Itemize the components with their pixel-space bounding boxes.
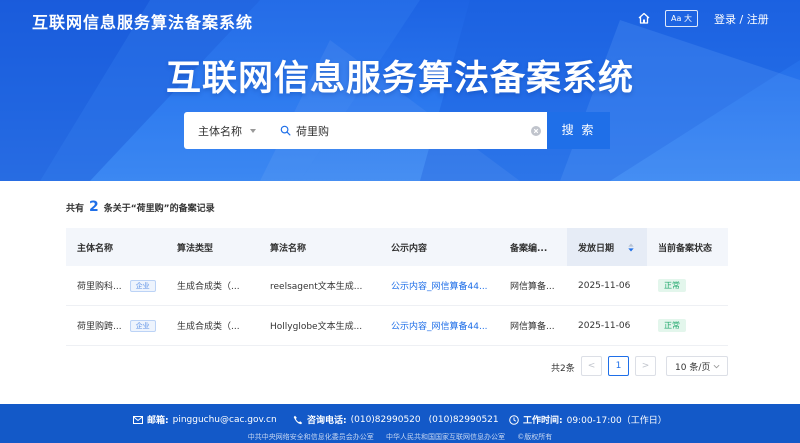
cell-status: 正常 [647,266,728,305]
phone-value-2: (010)82990521 [428,414,499,425]
cell-date: 2025-11-06 [578,280,631,291]
search-input[interactable] [296,124,536,137]
cell-record-no: 网信算备... [510,282,555,292]
publicity-link[interactable]: 公示内容_网信算备44... [380,266,499,305]
site-brand[interactable]: 互联网信息服务算法备案系统 [32,9,253,33]
result-count: 2 [89,199,99,215]
footer-contact-line: 邮箱: pingguchu@cac.gov.cn 咨询电话: (010)8299… [0,413,800,427]
column-header-date-label: 发放日期 [578,243,615,254]
table-header: 主体名称 算法类型 算法名称 公示内容 备案编... 发放日期 当前备案状态 [66,228,728,266]
phone-label: 咨询电话: [307,416,347,426]
login-register-link[interactable]: 登录 / 注册 [714,11,769,27]
footer-copyright: ©版权所有 [517,433,553,441]
hero-banner: 互联网信息服务算法备案系统 Aa 大 登录 / 注册 互联网信息服务算法备案系统 [0,0,800,181]
status-badge: 正常 [658,319,686,332]
column-header-algo-name: 算法名称 [270,243,307,254]
pagination-page-1[interactable]: 1 [608,356,629,376]
cell-algo-type: 生成合成类（... [177,282,240,292]
cell-record-no: 网信算备... [510,322,555,332]
column-header-record-no: 备案编... [510,243,548,254]
footer-phone: 咨询电话: (010)82990520 (010)82990521 [293,413,499,426]
mail-icon [133,415,143,424]
search-type-select[interactable]: 主体名称 [184,112,272,149]
result-summary: 共有 2 条关于“荷里购”的备案记录 [66,199,215,215]
cell-subject: 荷里购跨... 企业 [66,306,166,345]
page-size-select[interactable]: 10 条/页 [666,356,728,376]
summary-suffix: 条关于“荷里购”的备案记录 [103,204,215,214]
column-header-publicity: 公示内容 [391,243,428,254]
footer-hours: 工作时间: 09:00-17:00（工作日） [509,413,667,426]
search-input-wrap [276,112,548,149]
clear-icon[interactable] [531,126,541,136]
footer-org-1: 中共中央网络安全和信息化委员会办公室 [247,433,374,441]
search-icon [280,125,291,136]
phone-icon [293,415,303,424]
entity-type-tag: 企业 [129,279,156,292]
summary-prefix: 共有 [66,204,85,214]
cell-date: 2025-11-06 [578,320,631,331]
cell-status: 正常 [647,306,728,345]
subject-name[interactable]: 荷里购跨... [77,319,122,332]
hours-label: 工作时间: [523,416,563,426]
publicity-link[interactable]: 公示内容_网信算备44... [380,306,499,345]
column-header-date[interactable]: 发放日期 [567,228,647,266]
column-header-status: 当前备案状态 [658,243,713,254]
column-header-algo-type: 算法类型 [177,243,214,254]
pagination-prev-button[interactable]: < [581,356,602,376]
pagination-next-button[interactable]: > [635,356,656,376]
cell-subject: 荷里购科... 企业 [66,266,166,305]
table-row[interactable]: 荷里购跨... 企业 生成合成类（... Hollyglobe文本生成... 公… [66,306,728,346]
cell-algo-name: Hollyglobe文本生成... [270,322,363,332]
column-header-subject: 主体名称 [77,243,114,254]
sort-icon[interactable] [627,242,635,252]
clock-icon [509,414,519,425]
entity-type-tag: 企业 [129,319,156,332]
cell-algo-type: 生成合成类（... [177,322,240,332]
email-label: 邮箱: [147,416,169,426]
results-table: 主体名称 算法类型 算法名称 公示内容 备案编... 发放日期 当前备案状态 荷… [66,228,728,346]
cell-algo-name: reelsagent文本生成... [270,282,363,292]
footer-org-line: 中共中央网络安全和信息化委员会办公室 中华人民共和国国家互联网信息办公室 ©版权… [0,432,800,442]
footer-org-2: 中华人民共和国国家互联网信息办公室 [386,433,505,441]
email-value[interactable]: pingguchu@cac.gov.cn [173,415,277,425]
table-row[interactable]: 荷里购科... 企业 生成合成类（... reelsagent文本生成... 公… [66,266,728,306]
phone-value-1: (010)82990520 [350,414,421,425]
chevron-down-icon [713,364,720,369]
home-icon[interactable] [637,11,651,25]
footer-email: 邮箱: pingguchu@cac.gov.cn [133,413,277,426]
hero-title: 互联网信息服务算法备案系统 [165,59,634,99]
search-button[interactable]: 搜 索 [547,112,610,149]
chevron-down-icon [250,128,256,133]
status-badge: 正常 [658,279,686,292]
footer: 邮箱: pingguchu@cac.gov.cn 咨询电话: (010)8299… [0,404,800,443]
pagination-total: 共2条 [551,364,575,374]
hours-value: 09:00-17:00（工作日） [566,416,667,426]
top-bar: 互联网信息服务算法备案系统 Aa 大 登录 / 注册 [0,0,800,36]
search-type-value: 主体名称 [198,124,242,138]
page-size-value: 10 条/页 [675,362,711,373]
font-size-button[interactable]: Aa 大 [665,10,698,27]
subject-name[interactable]: 荷里购科... [77,279,122,292]
